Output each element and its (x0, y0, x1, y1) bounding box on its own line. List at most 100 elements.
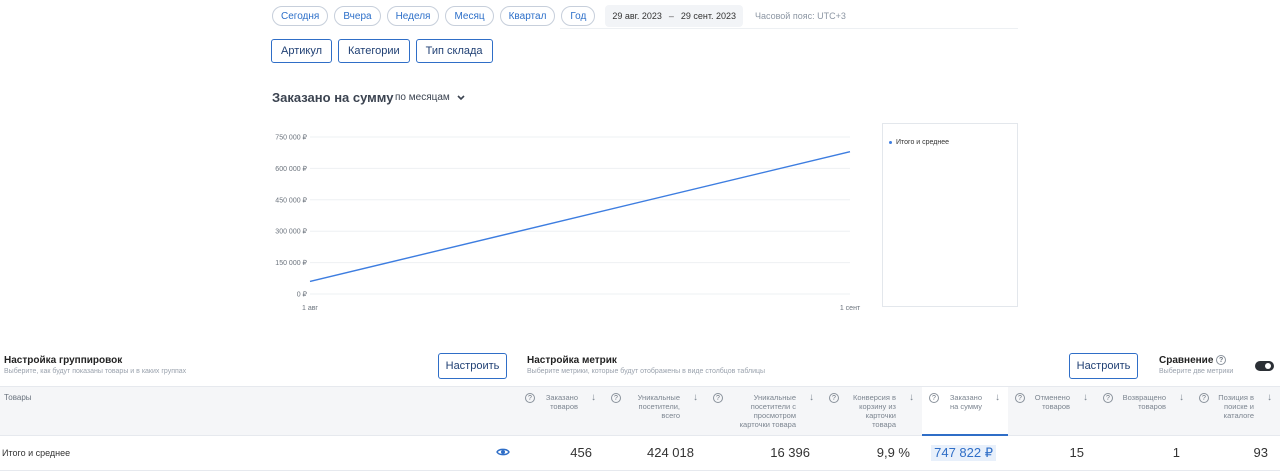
date-from: 29 авг. 2023 (612, 11, 662, 21)
column-header-line: посетители, (638, 402, 680, 411)
help-icon[interactable]: ? (1103, 393, 1113, 403)
cell-unique-visitors-card: 16 396 (770, 445, 810, 460)
metrics-configure-button[interactable]: Настроить (1069, 353, 1138, 379)
column-header-cart-conversion[interactable]: ? Конверсия в корзину из карточки товара ↓ (822, 387, 922, 436)
x-tick-label: 1 авг (302, 305, 318, 312)
column-header-line: Конверсия в (853, 393, 896, 402)
comparison-label: Сравнение (1159, 355, 1214, 366)
sort-arrow-icon[interactable]: ↓ (693, 392, 698, 403)
column-header-label: Отменено товаров (1035, 393, 1070, 411)
column-header-line: товаров (1138, 402, 1166, 411)
column-header-line: товаров (1042, 402, 1070, 411)
column-header-line: всего (661, 411, 680, 420)
period-yesterday-button[interactable]: Вчера (334, 6, 381, 26)
y-tick-label: 750 000 ₽ (275, 134, 307, 142)
help-icon[interactable]: ? (929, 393, 939, 403)
date-range-picker[interactable]: 29 авг. 2023 – 29 сент. 2023 (605, 5, 744, 27)
y-tick-label: 300 000 ₽ (275, 228, 307, 236)
help-icon[interactable]: ? (829, 393, 839, 403)
column-header-returned-items[interactable]: ? Возвращено товаров ↓ (1096, 387, 1192, 436)
help-icon[interactable]: ? (611, 393, 621, 403)
comparison-toggle[interactable] (1255, 361, 1274, 371)
chevron-down-icon (457, 94, 465, 100)
cell-ordered-items: 456 (570, 445, 592, 460)
sort-arrow-icon[interactable]: ↓ (1179, 392, 1184, 403)
column-header-line: на сумму (950, 402, 982, 411)
cell-cancelled-items: 15 (1069, 445, 1084, 460)
column-header-line: Уникальные (753, 393, 796, 402)
period-quarter-button[interactable]: Квартал (499, 6, 556, 26)
chart-period-dropdown[interactable]: по месяцам (395, 92, 465, 103)
metrics-subtitle: Выберите метрики, которые будут отображе… (527, 368, 766, 375)
help-icon[interactable]: ? (1015, 393, 1025, 403)
column-header-line: Возвращено (1122, 393, 1166, 402)
settings-strip: Настройка группировок Выберите, как буду… (0, 346, 1280, 386)
column-header-label: Возвращено товаров (1123, 393, 1166, 411)
eye-icon[interactable] (496, 447, 510, 457)
grouping-title: Настройка группировок (4, 355, 123, 366)
column-header-line: просмотром (753, 411, 796, 420)
y-tick-label: 600 000 ₽ (275, 165, 307, 173)
table-row[interactable]: Итого и среднее 456 424 018 16 396 9,9 % 747… (0, 436, 1280, 471)
legend-label: Итого и среднее (896, 139, 950, 146)
sort-arrow-icon[interactable]: ↓ (995, 392, 1000, 403)
column-header-unique-visitors-card[interactable]: ? Уникальные посетители с просмотром карточк… (706, 387, 822, 436)
column-header-line: Отменено (1034, 393, 1070, 402)
grouping-configure-button[interactable]: Настроить (438, 353, 507, 379)
dimension-buttons: Артикул Категории Тип склада (271, 39, 499, 63)
cell-cart-conversion: 9,9 % (876, 445, 910, 460)
column-header-line: карточки товара (739, 420, 796, 429)
column-header-line: Позиция в (1218, 393, 1254, 402)
products-column-header: Товары (4, 393, 32, 402)
cell-unique-visitors: 424 018 (647, 445, 694, 460)
legend-item[interactable]: Итого и среднее (889, 139, 949, 146)
sort-arrow-icon[interactable]: ↓ (1083, 392, 1088, 403)
period-week-button[interactable]: Неделя (386, 6, 440, 26)
series-line (309, 150, 851, 283)
sort-arrow-icon[interactable]: ↓ (1267, 392, 1272, 403)
column-header-ordered-sum[interactable]: ? Заказано на сумму ↓ (922, 387, 1008, 436)
legend-marker (889, 141, 892, 144)
period-selector: Сегодня Вчера Неделя Месяц Квартал Год 2… (272, 5, 846, 27)
timezone-label: Часовой пояс: UTC+3 (755, 11, 846, 21)
column-header-line: Заказано (545, 393, 578, 402)
help-icon[interactable]: ? (1216, 355, 1227, 366)
comparison-title: Сравнение ? (1159, 355, 1227, 366)
y-tick-label: 150 000 ₽ (275, 259, 307, 267)
column-header-label: Заказано товаров (546, 393, 578, 411)
period-year-button[interactable]: Год (561, 6, 596, 26)
metrics-title: Настройка метрик (527, 355, 617, 366)
cell-search-position: 93 (1253, 445, 1268, 460)
y-tick-label: 450 000 ₽ (275, 196, 307, 204)
period-today-button[interactable]: Сегодня (272, 6, 329, 26)
table-header: Товары ? Заказано товаров ↓? Уникальные посет… (0, 386, 1280, 436)
help-icon[interactable]: ? (525, 393, 535, 403)
column-header-line: товаров (550, 402, 578, 411)
column-header-line: Уникальные (637, 393, 680, 402)
line-chart: 0 ₽ 150 000 ₽ 300 000 ₽ 450 000 ₽ 600 000 ₽ 7… (275, 134, 861, 313)
chart-title: Заказано на сумму (272, 90, 394, 105)
row-label: Итого и среднее (2, 448, 71, 458)
column-header-label: Заказано на сумму (950, 393, 982, 411)
chart-period-value: по месяцам (395, 92, 450, 103)
column-header-ordered-items[interactable]: ? Заказано товаров ↓ (518, 387, 604, 436)
date-separator: – (668, 11, 674, 21)
column-header-search-position[interactable]: ? Позиция в поиске и каталоге ↓ (1192, 387, 1280, 436)
chart-legend: Итого и среднее (882, 123, 1018, 307)
sort-arrow-icon[interactable]: ↓ (809, 392, 814, 403)
column-header-unique-visitors[interactable]: ? Уникальные посетители, всего ↓ (604, 387, 706, 436)
grouping-subtitle: Выберите, как будут показаны товары и в … (4, 368, 187, 375)
dimension-categories-button[interactable]: Категории (338, 39, 410, 63)
sort-arrow-icon[interactable]: ↓ (909, 392, 914, 403)
column-header-cancelled-items[interactable]: ? Отменено товаров ↓ (1008, 387, 1096, 436)
period-month-button[interactable]: Месяц (445, 6, 494, 26)
sort-arrow-icon[interactable]: ↓ (591, 392, 596, 403)
column-header-line: посетители с (750, 402, 796, 411)
dimension-article-button[interactable]: Артикул (271, 39, 333, 63)
dimension-warehouse-type-button[interactable]: Тип склада (415, 39, 493, 63)
help-icon[interactable]: ? (713, 393, 723, 403)
column-header-label: Уникальные посетители с просмотром карточки… (740, 393, 796, 429)
help-icon[interactable]: ? (1199, 393, 1209, 403)
column-header-line: поиске и (1224, 402, 1254, 411)
x-tick-label: 1 сент (840, 305, 861, 312)
